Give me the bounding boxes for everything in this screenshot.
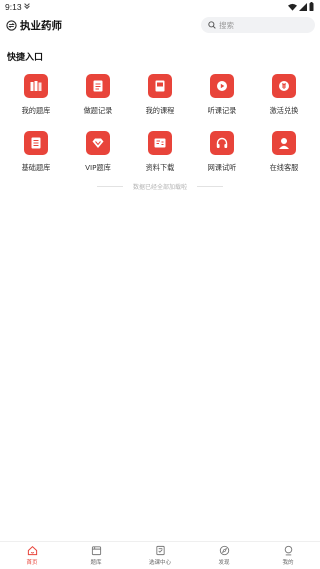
tab-question-bank[interactable]: 题库: [64, 542, 128, 569]
tab-profile[interactable]: 我的: [256, 542, 320, 569]
app-title: 执业药师: [20, 20, 62, 32]
quick-item-label: 资料下载: [145, 163, 175, 172]
quick-item-practice-records[interactable]: 做题记录: [67, 72, 129, 118]
quick-item-lesson-records[interactable]: 听课记录: [191, 72, 253, 118]
end-of-list-text: 数据已经全部加载啦: [132, 183, 187, 191]
profile-icon: [284, 545, 292, 556]
document-icon: [24, 131, 48, 155]
quick-item-label: 基础题库: [21, 163, 51, 172]
coin-exchange-icon: [272, 74, 296, 98]
battery-icon: [309, 2, 314, 11]
tab-course-center[interactable]: 选课中心: [128, 542, 192, 569]
quick-item-my-courses[interactable]: 我的课程: [129, 72, 191, 118]
tab-discover[interactable]: 发现: [192, 542, 256, 569]
headphones-icon: [210, 131, 234, 155]
quick-item-label: 我的课程: [145, 106, 175, 115]
home-icon: [27, 545, 37, 556]
signal-icon: [299, 2, 307, 11]
compass-icon: [219, 545, 229, 556]
header: 执业药师 搜索: [0, 14, 320, 40]
divider-line-left: [97, 185, 123, 187]
search-icon: [208, 21, 216, 29]
books-icon: [24, 74, 48, 98]
quick-access-title: 快捷入口: [7, 53, 44, 63]
end-of-list-divider: 数据已经全部加载啦: [97, 181, 223, 191]
play-record-icon: [210, 74, 234, 98]
quick-item-materials-download[interactable]: 资料下载: [129, 129, 191, 175]
customer-service-icon: [272, 131, 296, 155]
divider-line-right: [196, 185, 223, 187]
search-input[interactable]: 搜索: [201, 17, 315, 33]
notification-icon: [24, 3, 30, 10]
status-indicators: [288, 2, 314, 11]
tab-label: 首页: [26, 560, 38, 566]
tab-label: 发现: [218, 560, 230, 566]
quick-item-activate-redeem[interactable]: 激活兑换: [253, 72, 315, 118]
status-bar: 9:13: [0, 0, 320, 14]
bottom-tab-bar: 首页 题库 选课中心 发现 我的: [0, 541, 320, 569]
quick-item-label: 听课记录: [207, 106, 237, 115]
quick-item-basic-question-bank[interactable]: 基础题库: [5, 129, 67, 175]
quick-item-label: 我的题库: [21, 106, 51, 115]
quick-item-trial-lessons[interactable]: 网课试听: [191, 129, 253, 175]
quick-access-grid: 我的题库 做题记录 我的课程 听课记录 激活兑换 基础题库 VIP题库 资料下载…: [5, 72, 315, 175]
quick-item-label: 做题记录: [83, 106, 113, 115]
tab-label: 选课中心: [148, 560, 171, 566]
tab-label: 我的: [282, 560, 294, 566]
quick-item-label: VIP题库: [85, 163, 111, 172]
course-book-icon: [148, 74, 172, 98]
tab-home[interactable]: 首页: [0, 542, 64, 569]
vip-diamond-icon: [86, 131, 110, 155]
search-placeholder: 搜索: [219, 20, 234, 30]
tab-label: 题库: [90, 560, 102, 566]
notes-icon: [86, 74, 110, 98]
quick-item-my-question-bank[interactable]: 我的题库: [5, 72, 67, 118]
quick-item-label: 网课试听: [207, 163, 237, 172]
app-switch-button[interactable]: 执业药师: [6, 18, 62, 33]
quick-item-vip-question-bank[interactable]: VIP题库: [67, 129, 129, 175]
question-bank-icon: [91, 546, 101, 556]
course-center-icon: [155, 545, 165, 556]
wifi-icon: [288, 3, 297, 11]
quick-item-label: 激活兑换: [269, 106, 299, 115]
status-time: 9:13: [5, 2, 22, 12]
quick-item-online-service[interactable]: 在线客服: [253, 129, 315, 175]
switch-exam-icon: [6, 20, 17, 31]
quick-item-label: 在线客服: [269, 163, 299, 172]
download-materials-icon: [148, 131, 172, 155]
